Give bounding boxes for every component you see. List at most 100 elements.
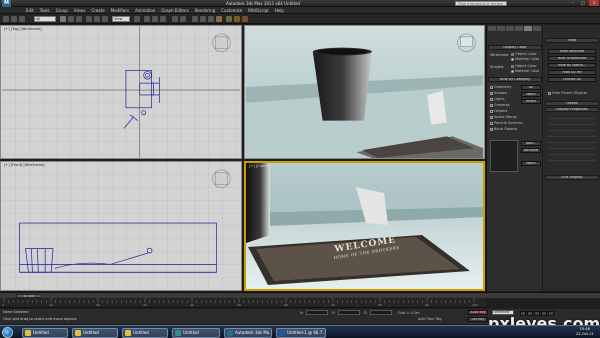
viewport-perspective-label[interactable]: [+] [Perspective] [Smooth + Highlights] xyxy=(248,27,318,31)
shaded-object-color-radio[interactable]: Object Color xyxy=(511,64,537,68)
menu-item-maxscript[interactable]: MAXScript xyxy=(248,8,269,13)
menu-item-help[interactable]: Help xyxy=(275,8,284,13)
category-list-box[interactable] xyxy=(490,140,518,172)
set-key-button[interactable]: Set Key xyxy=(468,317,488,322)
link-icon[interactable] xyxy=(19,16,25,22)
hide-frozen-checkbox[interactable]: Hide Frozen Objects xyxy=(548,91,587,95)
category-bone-objects-checkbox[interactable]: Bone Objects xyxy=(490,127,517,131)
modify-tab-icon[interactable] xyxy=(497,26,505,31)
viewport-camera-active[interactable]: WELCOME HOME OF THE BROCKERS [+] [Camera… xyxy=(244,161,485,291)
x-coordinate-field[interactable] xyxy=(306,310,328,315)
maximize-button[interactable]: □ xyxy=(578,0,588,6)
viewport-top[interactable]: [+] [Top] [Wireframe] xyxy=(0,25,242,159)
minimize-button[interactable]: – xyxy=(568,0,578,6)
angle-snap-icon[interactable] xyxy=(152,16,158,22)
unhide-all-button[interactable]: Unhide All xyxy=(548,77,596,82)
display-color-rollout[interactable]: Display Color xyxy=(488,45,542,50)
close-button[interactable]: ✕ xyxy=(589,0,599,6)
menu-item-modifiers[interactable]: Modifiers xyxy=(111,8,129,13)
create-tab-icon[interactable] xyxy=(488,26,496,31)
curve-editor-icon[interactable] xyxy=(200,16,206,22)
hide-by-category-rollout[interactable]: Hide by Category xyxy=(488,77,542,82)
freeze-rollout[interactable]: Freeze xyxy=(545,101,599,106)
menu-item-views[interactable]: Views xyxy=(74,8,86,13)
rotate-icon[interactable] xyxy=(94,16,100,22)
taskbar-button[interactable]: Untitled-1 @ 66.7... xyxy=(276,328,326,338)
mirror-icon[interactable] xyxy=(172,16,178,22)
redo-icon[interactable] xyxy=(11,16,17,22)
reference-coordinate-select[interactable]: View xyxy=(112,16,130,22)
clock[interactable]: 15:48 22-Oct-11 xyxy=(576,327,594,337)
category-lights-checkbox[interactable]: Lights xyxy=(490,97,505,101)
motion-tab-icon[interactable] xyxy=(515,26,523,31)
menu-item-tools[interactable]: Tools xyxy=(40,8,50,13)
wireframe-object-color-radio[interactable]: Object Color xyxy=(511,52,537,56)
selection-filter-select[interactable]: All xyxy=(34,16,56,22)
hide-rollout[interactable]: Hide xyxy=(545,38,599,43)
viewport-perspective[interactable]: [+] [Perspective] [Smooth + Highlights] xyxy=(244,25,485,159)
snap-toggle-icon[interactable] xyxy=(144,16,150,22)
add-time-tag[interactable]: Add Time Tag xyxy=(418,317,442,321)
shaded-material-color-radio[interactable]: Material Color xyxy=(511,69,539,73)
category-add-button[interactable]: Add... xyxy=(521,141,541,146)
taskbar-button[interactable]: Untitled xyxy=(122,328,168,338)
taskbar-button[interactable]: Autodesk 3ds Ma... xyxy=(224,328,272,338)
app-logo-icon[interactable]: M xyxy=(2,0,11,7)
category-invert-button[interactable]: Invert xyxy=(521,99,541,104)
utilities-tab-icon[interactable] xyxy=(533,26,541,31)
hide-by-hit-button[interactable]: Hide by Hit xyxy=(548,70,596,75)
render-frame-icon[interactable] xyxy=(234,16,240,22)
align-icon[interactable] xyxy=(180,16,186,22)
render-setup-icon[interactable] xyxy=(226,16,232,22)
scale-icon[interactable] xyxy=(102,16,108,22)
taskbar-button[interactable]: Untitled xyxy=(72,328,118,338)
menu-item-group[interactable]: Group xyxy=(56,8,68,13)
display-tab-icon[interactable] xyxy=(524,26,532,31)
link-display-rollout[interactable]: Link Display xyxy=(545,175,599,180)
undo-icon[interactable] xyxy=(3,16,9,22)
category-particle-systems-checkbox[interactable]: Particle Systems xyxy=(490,121,523,125)
category-helpers-checkbox[interactable]: Helpers xyxy=(490,109,507,113)
y-coordinate-field[interactable] xyxy=(338,310,360,315)
viewport-camera-label[interactable]: [+] [Camera01] [Smooth + Highlights + Ed… xyxy=(249,164,344,168)
start-button-icon[interactable] xyxy=(2,327,13,338)
display-properties-rollout[interactable]: Display Properties xyxy=(545,107,599,112)
search-input[interactable]: Type a keyword or phrase xyxy=(455,1,507,6)
category-none2-button[interactable]: None xyxy=(521,161,541,166)
category-none-button[interactable]: None xyxy=(521,92,541,97)
menu-item-rendering[interactable]: Rendering xyxy=(195,8,215,13)
viewport-front-label[interactable]: [+] [Front] [Wireframe] xyxy=(4,163,44,167)
pivot-icon[interactable] xyxy=(134,16,140,22)
category-remove-button[interactable]: Remove xyxy=(521,148,541,153)
select-object-icon[interactable] xyxy=(60,16,66,22)
taskbar-button[interactable]: Untitled xyxy=(172,328,220,338)
category-all-button[interactable]: All xyxy=(521,85,541,90)
schematic-view-icon[interactable] xyxy=(208,16,214,22)
menu-item-graph-editors[interactable]: Graph Editors xyxy=(161,8,188,13)
taskbar-button[interactable]: Untitled xyxy=(22,328,68,338)
track-bar[interactable]: 0 10 20 30 40 50 60 70 80 90 100 xyxy=(0,298,486,308)
hide-unselected-button[interactable]: Hide Unselected xyxy=(548,56,596,61)
select-by-name-icon[interactable] xyxy=(68,16,74,22)
layer-manager-icon[interactable] xyxy=(192,16,198,22)
move-icon[interactable] xyxy=(86,16,92,22)
category-cameras-checkbox[interactable]: Cameras xyxy=(490,103,510,107)
category-shapes-checkbox[interactable]: Shapes xyxy=(490,91,507,95)
menu-item-create[interactable]: Create xyxy=(91,8,104,13)
hide-selected-button[interactable]: Hide Selected xyxy=(548,49,596,54)
category-geometry-checkbox[interactable]: Geometry xyxy=(490,85,511,89)
material-editor-icon[interactable] xyxy=(216,16,222,22)
region-select-icon[interactable] xyxy=(76,16,82,22)
auto-key-button[interactable]: Auto Key xyxy=(468,310,488,315)
category-space-warps-checkbox[interactable]: Space Warps xyxy=(490,115,517,119)
wireframe-material-color-radio[interactable]: Material Color xyxy=(511,57,539,61)
z-coordinate-field[interactable] xyxy=(370,310,392,315)
viewport-front[interactable]: [+] [Front] [Wireframe] xyxy=(0,161,242,291)
menu-item-animation[interactable]: Animation xyxy=(135,8,155,13)
percent-snap-icon[interactable] xyxy=(160,16,166,22)
render-icon[interactable] xyxy=(242,16,248,22)
viewport-top-label[interactable]: [+] [Top] [Wireframe] xyxy=(4,27,42,31)
hide-by-name-button[interactable]: Hide by Name... xyxy=(548,63,596,68)
hierarchy-tab-icon[interactable] xyxy=(506,26,514,31)
menu-item-customize[interactable]: Customize xyxy=(221,8,242,13)
